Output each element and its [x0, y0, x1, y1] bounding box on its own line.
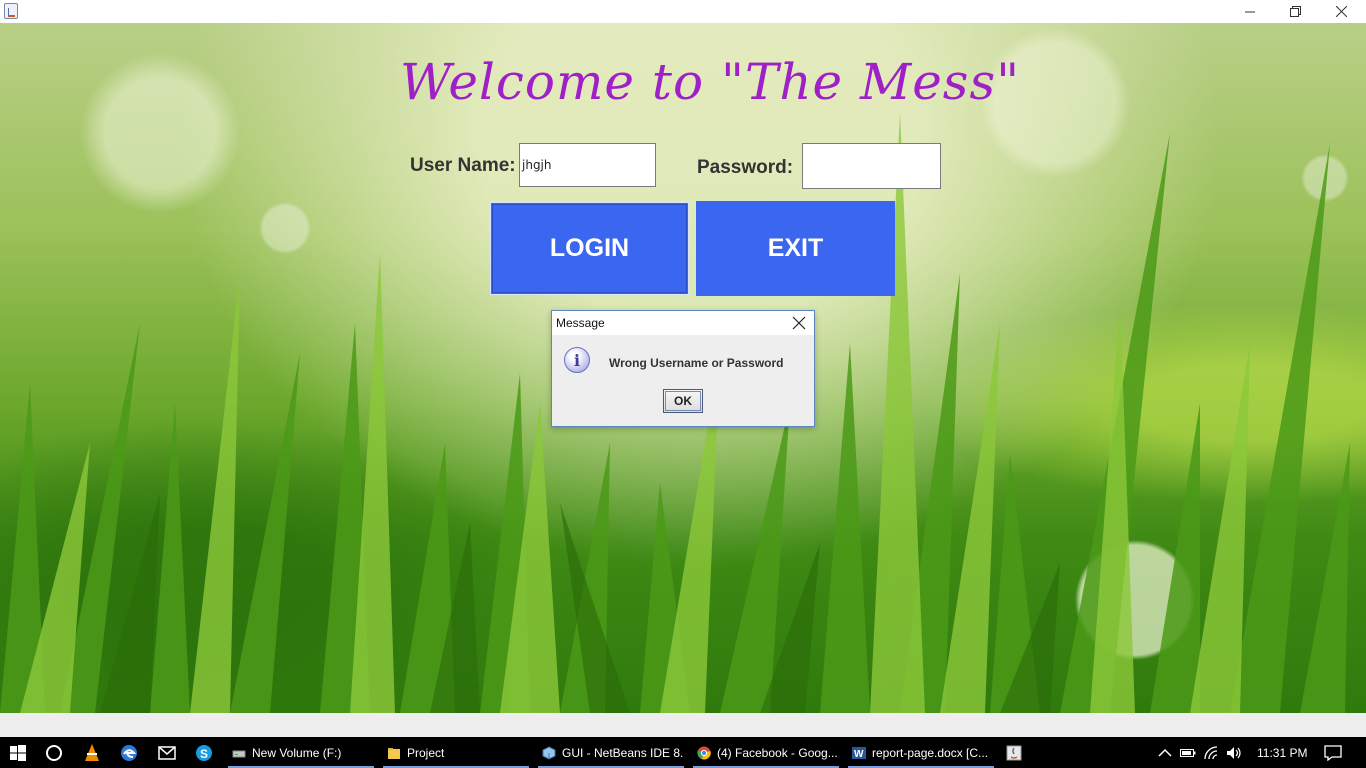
- close-icon: [1335, 6, 1347, 17]
- taskbar-app-label: GUI - NetBeans IDE 8.2: [562, 745, 684, 760]
- battery-icon[interactable]: [1180, 748, 1196, 758]
- chrome-icon: [697, 746, 711, 759]
- password-label: Password:: [697, 157, 794, 178]
- java-app-icon: [4, 3, 18, 19]
- username-label: User Name:: [410, 155, 516, 176]
- windows-logo-icon: [10, 745, 26, 761]
- skype-icon: S: [196, 745, 212, 761]
- login-button[interactable]: LOGIN: [490, 202, 689, 295]
- word-icon: W: [852, 746, 866, 760]
- wifi-icon[interactable]: [1204, 745, 1218, 760]
- svg-text:S: S: [200, 747, 208, 761]
- drive-icon: [232, 750, 246, 757]
- volume-icon[interactable]: [1226, 746, 1242, 760]
- taskbar: S New Volume (F:) Project GUI - NetBeans…: [0, 737, 1366, 768]
- taskbar-vlc[interactable]: [82, 743, 102, 763]
- minimize-button[interactable]: [1227, 0, 1273, 23]
- welcome-heading: Welcome to "The Mess": [400, 53, 1021, 111]
- dialog-titlebar: Message: [552, 311, 814, 335]
- login-panel: Welcome to "The Mess" User Name: jhgjh P…: [0, 23, 1366, 713]
- restore-icon: [1289, 6, 1301, 17]
- taskbar-app-project[interactable]: Project: [383, 737, 529, 768]
- taskbar-app-netbeans[interactable]: GUI - NetBeans IDE 8.2: [538, 737, 684, 768]
- minimize-icon: [1245, 11, 1255, 12]
- username-field[interactable]: jhgjh: [519, 143, 656, 187]
- java-app-icon: [1006, 745, 1022, 761]
- start-button[interactable]: [8, 743, 28, 763]
- restore-button[interactable]: [1272, 0, 1318, 23]
- info-icon: i: [564, 347, 590, 373]
- action-center-button[interactable]: [1323, 743, 1343, 763]
- system-tray: [1158, 737, 1242, 768]
- close-window-button[interactable]: [1318, 0, 1364, 23]
- taskbar-clock[interactable]: 11:31 PM: [1257, 746, 1307, 760]
- exit-button[interactable]: EXIT: [696, 201, 895, 296]
- folder-icon: [388, 747, 400, 759]
- taskbar-edge[interactable]: [119, 743, 139, 763]
- taskbar-java-app[interactable]: [1004, 743, 1024, 763]
- taskbar-app-label: New Volume (F:): [252, 745, 342, 760]
- cortana-button[interactable]: [44, 743, 64, 763]
- window-bottom-strip: [0, 713, 1366, 737]
- ok-button[interactable]: OK: [663, 389, 703, 413]
- dialog-title: Message: [556, 316, 605, 330]
- edge-icon: [121, 745, 137, 761]
- taskbar-mail[interactable]: [157, 743, 177, 763]
- dialog-message: Wrong Username or Password: [609, 356, 784, 370]
- cortana-circle-icon: [46, 745, 62, 761]
- taskbar-app-word[interactable]: W report-page.docx [C...: [848, 737, 994, 768]
- message-dialog: Message i Wrong Username or Password OK: [551, 310, 815, 427]
- vlc-cone-icon: [85, 744, 99, 761]
- netbeans-icon: [542, 745, 556, 760]
- taskbar-app-label: (4) Facebook - Goog...: [717, 745, 838, 760]
- svg-text:W: W: [854, 749, 864, 760]
- taskbar-app-chrome[interactable]: (4) Facebook - Goog...: [693, 737, 839, 768]
- taskbar-skype[interactable]: S: [194, 743, 214, 763]
- taskbar-app-label: Project: [407, 745, 445, 760]
- taskbar-app-new-volume[interactable]: New Volume (F:): [228, 737, 374, 768]
- notifications-icon: [1324, 745, 1342, 761]
- chevron-up-icon[interactable]: [1158, 748, 1172, 758]
- dialog-close-button[interactable]: [792, 316, 806, 330]
- mail-icon: [158, 746, 176, 760]
- taskbar-app-label: report-page.docx [C...: [872, 745, 989, 760]
- window-titlebar: [0, 0, 1366, 23]
- password-field[interactable]: [802, 143, 941, 189]
